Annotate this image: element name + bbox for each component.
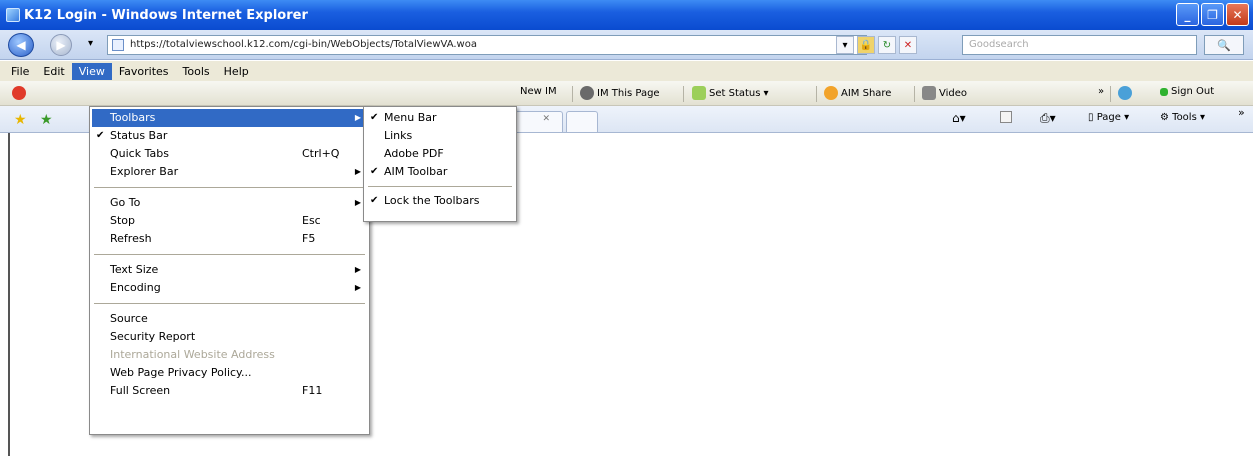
submenu-item-lock-toolbars[interactable]: ✔ Lock the Toolbars <box>366 192 514 210</box>
menu-edit[interactable]: Edit <box>36 63 71 80</box>
sign-out-button[interactable]: Sign Out <box>1160 86 1214 97</box>
menu-separator <box>94 254 365 255</box>
favorites-star-icon[interactable]: ★ <box>14 112 27 128</box>
submenu-item-adobe-pdf[interactable]: Adobe PDF <box>366 145 514 163</box>
submenu-item-links[interactable]: Links <box>366 127 514 145</box>
view-menu: Toolbars ▶ ✔ Status Bar Quick Tabs Ctrl+… <box>89 106 370 435</box>
menu-item-privacy-policy[interactable]: Web Page Privacy Policy... <box>92 364 367 382</box>
video-button[interactable]: Video <box>922 86 967 100</box>
video-icon <box>922 86 936 100</box>
submenu-item-menu-bar[interactable]: ✔ Menu Bar <box>366 109 514 127</box>
window-title: K12 Login - Windows Internet Explorer <box>24 7 308 23</box>
menu-separator <box>368 186 512 187</box>
status-icon <box>692 86 706 100</box>
toolbar-separator <box>816 86 817 102</box>
menu-favorites[interactable]: Favorites <box>112 63 176 80</box>
menu-item-explorer-bar[interactable]: Explorer Bar ▶ <box>92 163 367 181</box>
minimize-button[interactable]: _ <box>1176 3 1199 26</box>
im-this-page-button[interactable]: IM This Page <box>580 86 660 100</box>
address-toolbar: ◀ ▶ ▾ https://totalviewschool.k12.com/cg… <box>0 30 1253 60</box>
toolbar-separator <box>572 86 573 102</box>
close-button[interactable]: ✕ <box>1226 3 1249 26</box>
submenu-arrow-icon: ▶ <box>354 265 361 274</box>
toolbars-submenu: ✔ Menu Bar Links Adobe PDF ✔ AIM Toolbar… <box>363 106 517 222</box>
check-icon: ✔ <box>370 195 379 206</box>
menu-item-full-screen[interactable]: Full Screen F11 <box>92 382 367 400</box>
share-icon <box>824 86 838 100</box>
menu-item-text-size[interactable]: Text Size ▶ <box>92 261 367 279</box>
menu-tools[interactable]: Tools <box>176 63 217 80</box>
title-bar[interactable]: K12 Login - Windows Internet Explorer _ … <box>0 0 1253 30</box>
lock-icon[interactable]: 🔒 <box>857 36 875 54</box>
check-icon: ✔ <box>370 112 379 123</box>
address-tools: ▾ 🔒 ↻ ✕ <box>836 36 917 54</box>
menu-item-encoding[interactable]: Encoding ▶ <box>92 279 367 297</box>
menu-separator <box>94 303 365 304</box>
menu-item-international-website-address: International Website Address <box>110 348 275 361</box>
stop-button[interactable]: ✕ <box>899 36 917 54</box>
menu-bar: File Edit View Favorites Tools Help <box>0 61 1253 81</box>
back-button[interactable]: ◀ <box>8 33 34 57</box>
submenu-arrow-icon: ▶ <box>354 167 361 176</box>
menu-item-go-to[interactable]: Go To ▶ <box>92 194 367 212</box>
aim-share-button[interactable]: AIM Share <box>824 86 891 100</box>
aim-logo-icon[interactable] <box>12 86 26 100</box>
home-icon[interactable]: ⌂▾ <box>952 111 966 125</box>
tools-menu-button[interactable]: ⚙ Tools ▾ <box>1160 112 1205 123</box>
toolbar-separator <box>914 86 915 102</box>
address-dropdown-button[interactable]: ▾ <box>836 36 854 54</box>
add-favorites-icon[interactable]: ★ <box>40 112 53 128</box>
tab-current[interactable]: ✕ <box>515 111 563 132</box>
maximize-button[interactable]: ❐ <box>1201 3 1224 26</box>
search-input[interactable]: Goodsearch <box>962 35 1197 55</box>
check-icon: ✔ <box>96 130 105 141</box>
check-icon: ✔ <box>370 166 379 177</box>
toolbar-separator <box>683 86 684 102</box>
submenu-arrow-icon: ▶ <box>354 283 361 292</box>
menu-item-refresh[interactable]: Refresh F5 <box>92 230 367 248</box>
forward-button[interactable]: ▶ <box>50 34 72 56</box>
submenu-arrow-icon: ▶ <box>354 113 361 122</box>
address-input[interactable]: https://totalviewschool.k12.com/cgi-bin/… <box>107 35 867 55</box>
window-controls: _ ❐ ✕ <box>1176 3 1249 26</box>
menu-view[interactable]: View <box>71 62 112 80</box>
command-overflow[interactable]: » <box>1238 106 1245 119</box>
menu-item-status-bar[interactable]: ✔ Status Bar <box>92 127 367 145</box>
new-im-button[interactable]: New IM <box>520 86 557 97</box>
toolbar-separator <box>1110 86 1111 102</box>
menu-item-source[interactable]: Source <box>92 310 367 328</box>
submenu-arrow-icon: ▶ <box>354 198 361 207</box>
page-menu-button[interactable]: ▯ Page ▾ <box>1088 112 1129 123</box>
menu-help[interactable]: Help <box>217 63 256 80</box>
toolbar-overflow[interactable]: » <box>1098 86 1104 97</box>
menu-item-security-report[interactable]: Security Report <box>92 328 367 346</box>
refresh-button[interactable]: ↻ <box>878 36 896 54</box>
menu-item-stop[interactable]: Stop Esc <box>92 212 367 230</box>
new-tab-button[interactable] <box>566 111 598 132</box>
search-button[interactable]: 🔍 <box>1204 35 1244 55</box>
menu-file[interactable]: File <box>4 63 36 80</box>
feeds-icon[interactable] <box>1000 111 1012 123</box>
ie-icon <box>6 8 20 22</box>
settings-gear-icon[interactable] <box>1118 86 1132 100</box>
im-page-icon <box>580 86 594 100</box>
page-icon: ▯ <box>1088 112 1094 123</box>
menu-item-quick-tabs[interactable]: Quick Tabs Ctrl+Q <box>92 145 367 163</box>
set-status-button[interactable]: Set Status ▾ <box>692 86 769 100</box>
submenu-item-aim-toolbar[interactable]: ✔ AIM Toolbar <box>366 163 514 181</box>
print-icon[interactable]: ⎙▾ <box>1040 111 1056 126</box>
menu-separator <box>94 187 365 188</box>
page-icon <box>112 39 124 51</box>
menu-item-toolbars[interactable]: Toolbars ▶ <box>92 109 367 127</box>
aim-toolbar: New IM IM This Page Set Status ▾ AIM Shar… <box>0 81 1253 106</box>
tools-gear-icon: ⚙ <box>1160 112 1169 123</box>
tab-close-icon[interactable]: ✕ <box>542 114 550 124</box>
history-dropdown[interactable]: ▾ <box>88 38 93 49</box>
address-url: https://totalviewschool.k12.com/cgi-bin/… <box>130 39 477 50</box>
